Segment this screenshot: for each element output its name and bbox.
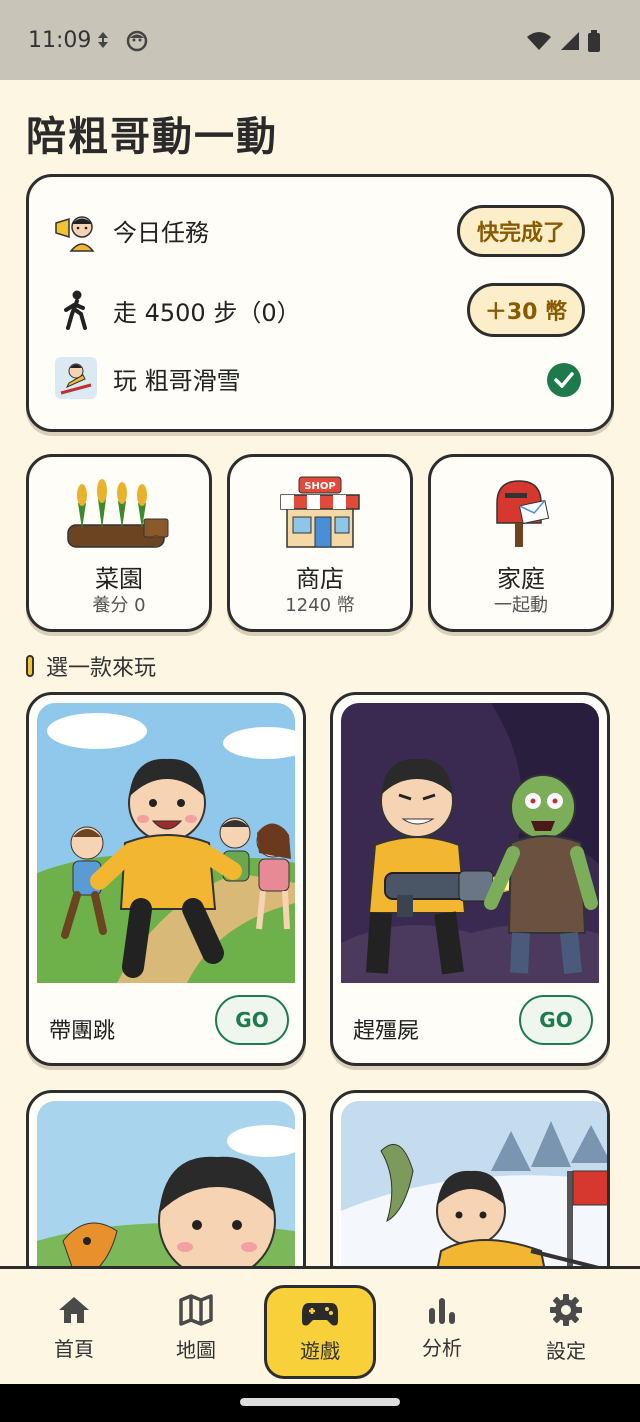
shop-icon: SHOP <box>230 473 410 553</box>
tile-garden[interactable]: 菜園 養分 0 <box>26 454 212 632</box>
nav-label-home: 首頁 <box>54 1336 94 1361</box>
gamepad-icon <box>302 1302 338 1325</box>
signal-icon <box>561 32 579 50</box>
section-accent-bar <box>26 655 34 677</box>
status-time: 11:09 <box>28 28 92 53</box>
task-ski-row: 玩 粗哥滑雪 <box>53 355 241 401</box>
gesture-bar <box>0 1384 640 1422</box>
game-art-partial-1 <box>37 1101 295 1287</box>
daily-tasks-card: 今日任務 快完成了 走 4500 步（0） ＋30 幣 玩 粗哥滑雪 <box>26 174 614 432</box>
nav-item-map[interactable]: 地圖 <box>140 1269 252 1387</box>
check-circle-icon <box>547 363 581 397</box>
game-art-zombie <box>341 703 599 983</box>
game-card-partial-1[interactable] <box>26 1090 306 1290</box>
map-icon <box>179 1293 213 1326</box>
nav-label-games: 遊戲 <box>300 1338 340 1363</box>
battery-icon <box>588 30 600 52</box>
bottom-nav: 首頁 地圖 遊戲 分析 設定 <box>0 1266 640 1384</box>
game-card-zombie[interactable]: 趕殭屍 GO <box>330 692 610 1066</box>
game-art-partial-2 <box>341 1101 607 1287</box>
page-title: 陪粗哥動一動 <box>26 114 278 160</box>
face-icon <box>126 30 148 52</box>
game-card-lead-run[interactable]: 帶團跳 GO <box>26 692 306 1066</box>
status-bar: 11:09 <box>0 0 640 80</box>
section-title: 選一款來玩 <box>46 656 157 681</box>
tile-garden-title: 菜園 <box>95 565 143 593</box>
nav-item-games[interactable]: 遊戲 <box>264 1285 376 1379</box>
almost-done-button[interactable]: 快完成了 <box>457 205 585 257</box>
garden-icon <box>29 473 209 553</box>
nav-label-analysis: 分析 <box>422 1335 462 1360</box>
go-button[interactable]: GO <box>519 995 593 1045</box>
claim-coins-button[interactable]: ＋30 幣 <box>467 283 585 337</box>
nav-item-analysis[interactable]: 分析 <box>386 1269 498 1387</box>
task-walk-label: 走 4500 步（0） <box>113 298 301 327</box>
bar-chart-icon <box>429 1297 455 1324</box>
nav-item-home[interactable]: 首頁 <box>18 1269 130 1387</box>
task-ski-label: 玩 粗哥滑雪 <box>113 366 241 395</box>
nav-label-map: 地圖 <box>176 1337 216 1362</box>
tile-shop-subtitle: 1240 幣 <box>285 595 355 616</box>
navigation-icon <box>98 32 108 48</box>
tile-garden-subtitle: 養分 0 <box>92 595 146 616</box>
tile-family-subtitle: 一起動 <box>494 595 548 616</box>
game-art-lead-run <box>37 703 295 983</box>
ski-game-icon <box>53 355 99 401</box>
section-header: 選一款來玩 <box>26 650 156 682</box>
home-icon <box>59 1296 89 1323</box>
wifi-icon <box>527 32 551 50</box>
gear-icon <box>550 1293 582 1326</box>
nav-label-settings: 設定 <box>546 1338 586 1363</box>
task-header-label: 今日任務 <box>113 218 209 247</box>
shop-sign-text: SHOP <box>304 481 335 492</box>
game-name: 帶團跳 <box>49 1019 116 1044</box>
tile-family-title: 家庭 <box>497 565 545 593</box>
game-card-partial-2[interactable] <box>330 1090 610 1290</box>
mailbox-icon <box>431 473 611 553</box>
tile-shop-title: 商店 <box>296 565 344 593</box>
home-gesture-handle[interactable] <box>240 1398 400 1406</box>
task-header-row: 今日任務 <box>53 207 209 253</box>
megaphone-avatar-icon <box>53 207 99 253</box>
task-walk-row: 走 4500 步（0） <box>53 287 301 333</box>
game-name: 趕殭屍 <box>353 1019 420 1044</box>
go-button[interactable]: GO <box>215 995 289 1045</box>
tile-shop[interactable]: SHOP 商店 1240 幣 <box>227 454 413 632</box>
nav-item-settings[interactable]: 設定 <box>510 1269 622 1387</box>
tile-family[interactable]: 家庭 一起動 <box>428 454 614 632</box>
walking-icon <box>53 287 99 333</box>
